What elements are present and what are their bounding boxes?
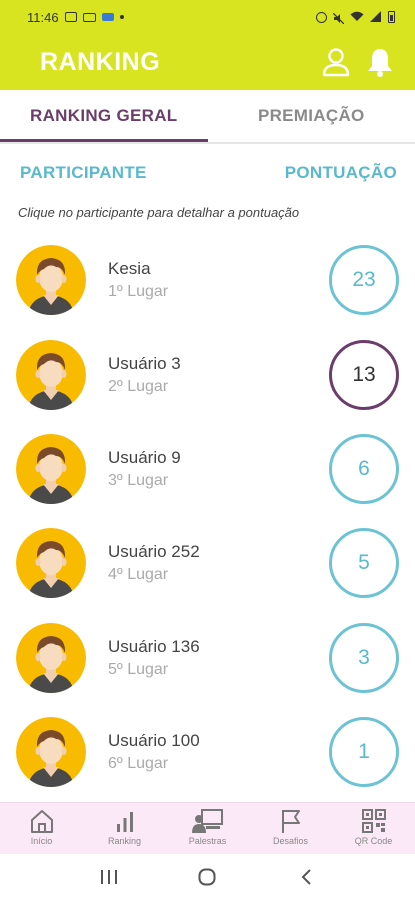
nav-label: Início bbox=[30, 836, 53, 846]
laptop-icon bbox=[82, 12, 96, 22]
nav-label: QR Code bbox=[354, 836, 393, 846]
participant-name: Kesia bbox=[108, 259, 151, 279]
ranking-list: Kesia 1º Lugar 23 Usuário 3 2º Lugar 13 bbox=[0, 233, 415, 799]
nav-item-inicio[interactable]: Início bbox=[0, 803, 83, 854]
nav-label: Desafios bbox=[272, 836, 308, 846]
tab-premiacao[interactable]: PREMIAÇÃO bbox=[208, 90, 415, 142]
tab-bar: RANKING GERAL PREMIAÇÃO bbox=[0, 90, 415, 142]
signal-icon bbox=[370, 10, 382, 25]
participant-place: 4º Lugar bbox=[108, 566, 169, 584]
participant-place: 3º Lugar bbox=[108, 471, 169, 489]
bottom-navigation: Início Ranking Palestras Desafios QR Cod… bbox=[0, 802, 415, 854]
dot-icon bbox=[119, 15, 124, 19]
nav-item-desafios[interactable]: Desafios bbox=[249, 803, 332, 854]
avatar bbox=[16, 622, 86, 693]
nav-item-ranking[interactable]: Ranking bbox=[83, 803, 166, 854]
back-button[interactable] bbox=[286, 857, 326, 897]
bar-chart-icon bbox=[116, 812, 133, 832]
user-avatar-icon bbox=[16, 528, 86, 599]
tabs-divider bbox=[0, 142, 415, 144]
user-avatar-icon bbox=[16, 717, 86, 788]
score-column-header: PONTUAÇÃO bbox=[284, 163, 397, 182]
user-avatar-icon bbox=[16, 245, 86, 316]
column-headers: PARTICIPANTE PONTUAÇÃO bbox=[20, 160, 397, 186]
qr-code-icon bbox=[361, 809, 386, 833]
ranking-row[interactable]: Usuário 252 4º Lugar 5 bbox=[0, 516, 415, 610]
recent-apps-button[interactable] bbox=[89, 857, 129, 897]
participant-name: Usuário 136 bbox=[108, 636, 200, 656]
user-avatar-icon bbox=[16, 433, 86, 504]
participant-place: 2º Lugar bbox=[108, 377, 169, 395]
mute-icon bbox=[332, 12, 345, 24]
user-icon bbox=[322, 48, 350, 77]
battery-icon bbox=[388, 11, 395, 23]
recent-apps-icon bbox=[101, 870, 118, 884]
avatar bbox=[16, 717, 86, 788]
bell-icon bbox=[368, 49, 392, 77]
score-badge: 5 bbox=[329, 528, 399, 599]
score-badge: 13 bbox=[329, 339, 399, 410]
participant-name: Usuário 9 bbox=[108, 447, 181, 467]
user-avatar-icon bbox=[16, 622, 86, 693]
cast-icon bbox=[101, 13, 114, 21]
nav-label: Ranking bbox=[107, 836, 142, 846]
home-icon bbox=[30, 810, 53, 833]
nav-label: Palestras bbox=[188, 836, 227, 846]
avatar bbox=[16, 433, 86, 504]
presentation-icon bbox=[191, 809, 223, 833]
avatar bbox=[16, 528, 86, 599]
back-chevron-icon bbox=[301, 869, 311, 885]
ranking-row[interactable]: Usuário 9 3º Lugar 6 bbox=[0, 422, 415, 516]
notifications-button[interactable] bbox=[365, 46, 395, 78]
status-bar: 11:46 bbox=[0, 0, 415, 34]
score-badge: 1 bbox=[329, 717, 399, 788]
alarm-icon bbox=[316, 11, 327, 23]
score-badge: 6 bbox=[329, 433, 399, 504]
participant-name: Usuário 100 bbox=[108, 731, 200, 751]
page-title: RANKING bbox=[40, 47, 161, 76]
flag-icon bbox=[281, 810, 300, 833]
home-button[interactable] bbox=[187, 857, 227, 897]
hint-text: Clique no participante para detalhar a p… bbox=[18, 205, 300, 220]
participant-name: Usuário 252 bbox=[108, 542, 200, 562]
nav-item-qr-code[interactable]: QR Code bbox=[332, 803, 415, 854]
wifi-icon bbox=[350, 10, 364, 25]
ranking-row[interactable]: Usuário 3 2º Lugar 13 bbox=[0, 327, 415, 421]
participant-column-header: PARTICIPANTE bbox=[20, 163, 147, 182]
nav-item-palestras[interactable]: Palestras bbox=[166, 803, 249, 854]
tab-ranking-geral[interactable]: RANKING GERAL bbox=[0, 90, 208, 142]
score-badge: 23 bbox=[329, 245, 399, 316]
avatar bbox=[16, 245, 86, 316]
home-circle-icon bbox=[198, 868, 216, 886]
app-bar: RANKING bbox=[0, 34, 415, 90]
user-profile-button[interactable] bbox=[321, 46, 351, 78]
participant-name: Usuário 3 bbox=[108, 353, 181, 373]
user-avatar-icon bbox=[16, 339, 86, 410]
participant-place: 5º Lugar bbox=[108, 660, 169, 678]
participant-place: 6º Lugar bbox=[108, 755, 169, 773]
system-navigation-bar bbox=[0, 854, 415, 900]
status-time: 11:46 bbox=[27, 9, 59, 25]
ranking-row[interactable]: Usuário 136 5º Lugar 3 bbox=[0, 611, 415, 705]
image-icon bbox=[64, 12, 77, 22]
avatar bbox=[16, 339, 86, 410]
score-badge: 3 bbox=[329, 622, 399, 693]
ranking-row[interactable]: Kesia 1º Lugar 23 bbox=[0, 233, 415, 327]
ranking-row[interactable]: Usuário 100 6º Lugar 1 bbox=[0, 705, 415, 799]
participant-place: 1º Lugar bbox=[108, 283, 169, 301]
